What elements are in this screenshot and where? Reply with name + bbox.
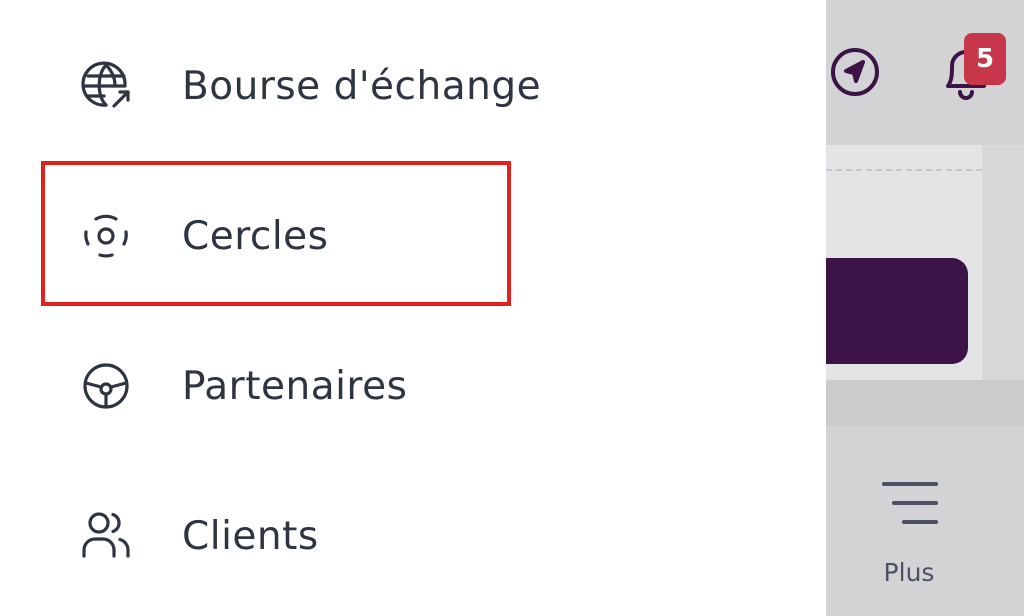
highlight-box	[41, 161, 511, 306]
menu-label-partenaires: Partenaires	[182, 364, 408, 409]
menu-item-bourse-echange[interactable]: Bourse d'échange	[0, 10, 826, 160]
users-icon	[80, 510, 132, 562]
navigation-arrow-icon[interactable]	[829, 46, 881, 98]
background-app: 5 Plus	[826, 0, 1024, 616]
menu-item-clients[interactable]: Clients	[0, 460, 826, 610]
bottom-nav-more-button[interactable]: Plus	[876, 478, 942, 588]
globe-arrow-icon	[80, 60, 132, 112]
notification-badge: 5	[964, 33, 1006, 85]
dashed-divider	[826, 169, 982, 171]
bottom-nav-more-label: Plus	[883, 558, 935, 587]
menu-label-clients: Clients	[182, 514, 319, 559]
menu-label-bourse-echange: Bourse d'échange	[182, 64, 542, 109]
menu-lines-icon	[880, 478, 940, 528]
side-drawer: Bourse d'échange Cercles Partenaires Cli…	[0, 0, 826, 616]
primary-action-button[interactable]	[826, 258, 968, 364]
steering-wheel-icon	[80, 360, 132, 412]
section-divider	[826, 380, 1024, 426]
card-shadow	[982, 145, 1024, 380]
menu-item-partenaires[interactable]: Partenaires	[0, 310, 826, 460]
